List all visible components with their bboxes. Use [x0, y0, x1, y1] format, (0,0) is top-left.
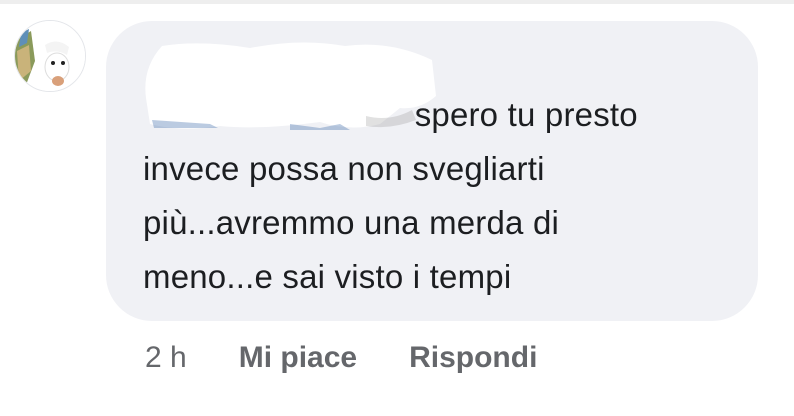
comment-actions: 2 h Mi piace Rispondi [145, 338, 589, 378]
like-button[interactable]: Mi piace [239, 341, 357, 375]
comment-timestamp[interactable]: 2 h [145, 341, 187, 375]
avatar[interactable] [14, 20, 86, 92]
comment: spero tu presto invece possa non sveglia… [0, 0, 794, 416]
reply-button[interactable]: Rispondi [409, 341, 537, 375]
avatar-image-icon [15, 21, 85, 91]
comment-text: spero tu presto invece possa non sveglia… [143, 96, 638, 295]
